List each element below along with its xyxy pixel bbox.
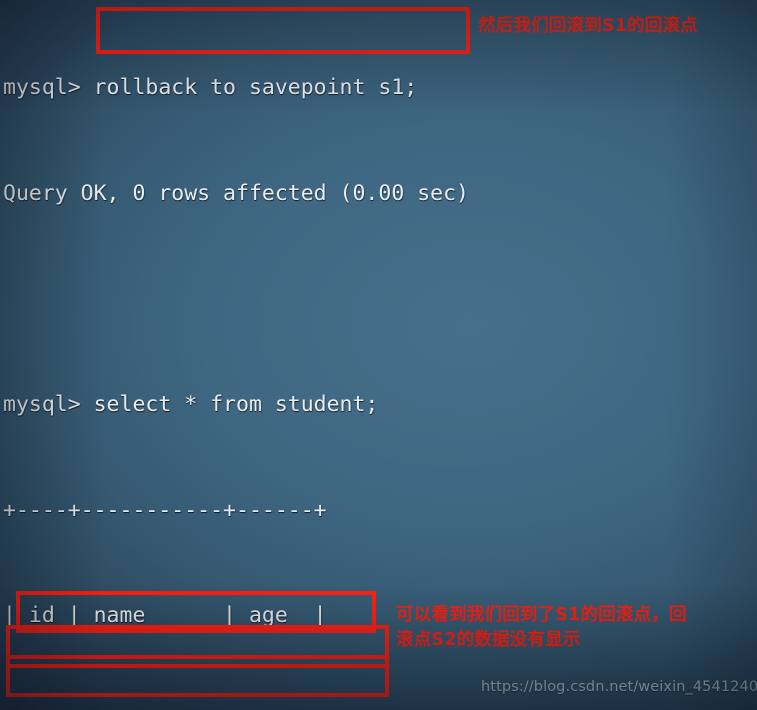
annotation-bottom-right-line2: 滚点S2的数据没有显示: [396, 630, 581, 650]
terminal-line-rollback-command: mysql> rollback to savepoint s1;: [3, 75, 418, 101]
terminal-screen: mysql> rollback to savepoint s1; Query O…: [0, 0, 757, 710]
terminal-line-rollback-result: Query OK, 0 rows affected (0.00 sec): [3, 181, 469, 206]
terminal-line-select-command: mysql> select * from student;: [3, 392, 379, 418]
watermark: https://blog.csdn.net/weixin_45412401: [481, 679, 757, 695]
annotation-bottom-right-line1: 可以看到我们回到了S1的回滚点，回: [396, 605, 687, 625]
table-border-header: +----+-----------+------+: [0, 704, 757, 710]
table-border-top: +----+-----------+------+: [3, 497, 327, 523]
annotation-top-right: 然后我们回滚到S1的回滚点: [478, 16, 698, 36]
